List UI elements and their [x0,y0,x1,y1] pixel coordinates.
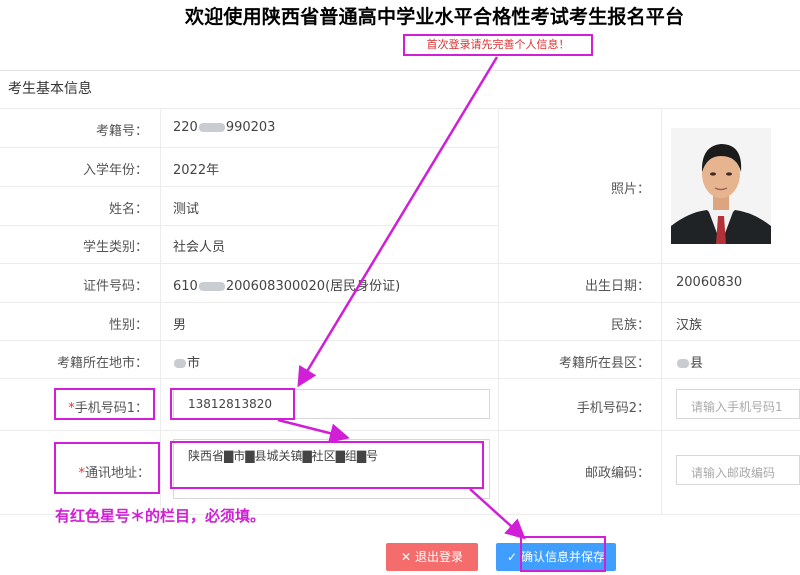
arrow-to-save [469,488,526,540]
annotation-arrows [277,56,526,540]
arrow-to-address [277,418,350,444]
arrow-to-phone [297,56,499,388]
